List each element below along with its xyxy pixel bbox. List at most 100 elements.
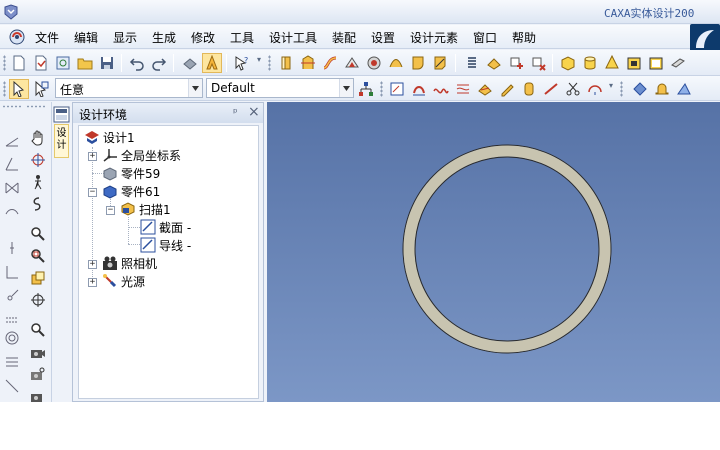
tree-node-camera[interactable]: 照相机 <box>102 255 157 271</box>
hierarchy-button[interactable] <box>356 79 376 99</box>
pen-button[interactable] <box>497 79 517 99</box>
mirror-button[interactable] <box>484 53 504 73</box>
hollow-box-button[interactable] <box>624 53 644 73</box>
target-tool[interactable] <box>28 290 48 310</box>
menu-display[interactable]: 显示 <box>113 29 137 46</box>
fillet-button[interactable] <box>408 53 428 73</box>
extrude-button[interactable] <box>276 53 296 73</box>
menu-assembly[interactable]: 装配 <box>332 29 356 46</box>
close-icon[interactable]: × <box>248 104 260 120</box>
draw-wave-tool[interactable] <box>2 202 22 222</box>
pin-icon[interactable]: ᵖ <box>233 106 238 119</box>
draw-bowtie-tool[interactable] <box>2 178 22 198</box>
cone-button[interactable] <box>602 53 622 73</box>
cylinder-button[interactable] <box>580 53 600 73</box>
triangle-button[interactable] <box>674 79 694 99</box>
corner-tool[interactable] <box>2 262 22 282</box>
parallel-tool[interactable] <box>2 310 22 330</box>
arc-button[interactable] <box>585 79 605 99</box>
toolbar-grip[interactable] <box>3 55 6 71</box>
sheet-button[interactable] <box>668 53 688 73</box>
draw-line-tool[interactable] <box>2 130 22 150</box>
spring-button[interactable] <box>462 53 482 73</box>
block-button[interactable] <box>558 53 578 73</box>
new-file-button[interactable] <box>9 53 29 73</box>
diagonal-tool[interactable] <box>2 376 22 396</box>
select-pointer-button[interactable] <box>9 79 29 99</box>
delete-feature-button[interactable] <box>528 53 548 73</box>
tube-button[interactable] <box>519 79 539 99</box>
menu-design-elements[interactable]: 设计元素 <box>410 29 458 46</box>
new-drawing-button[interactable] <box>53 53 73 73</box>
sweep-ring-body[interactable] <box>403 145 611 353</box>
redo-button[interactable] <box>149 53 169 73</box>
zoom-spiral-tool[interactable] <box>28 194 48 214</box>
walk-tool[interactable] <box>28 172 48 192</box>
spline-button[interactable] <box>453 79 473 99</box>
toolbar-overflow-chevron[interactable]: ▾ <box>609 81 613 90</box>
rotate-view-tool[interactable] <box>28 150 48 170</box>
sweep-button[interactable] <box>320 53 340 73</box>
open-button[interactable] <box>75 53 95 73</box>
design-environment-side-tab[interactable]: 设计 <box>52 102 71 402</box>
expand-toggle[interactable]: + <box>88 260 97 269</box>
menu-settings[interactable]: 设置 <box>371 29 395 46</box>
loft-button[interactable] <box>342 53 362 73</box>
toolbar-overflow-chevron[interactable]: ▾ <box>257 55 261 64</box>
revolve-button[interactable] <box>298 53 318 73</box>
select-face-button[interactable] <box>31 79 51 99</box>
chevron-down-icon[interactable] <box>339 79 353 97</box>
selection-filter-combo[interactable]: 任意 <box>55 78 203 98</box>
line-button[interactable] <box>541 79 561 99</box>
expand-toggle[interactable]: + <box>88 278 97 287</box>
camera-tool-3[interactable] <box>28 386 48 402</box>
section-sketch-button[interactable] <box>409 79 429 99</box>
shading-button[interactable] <box>180 53 200 73</box>
add-feature-button[interactable] <box>506 53 526 73</box>
menu-generate[interactable]: 生成 <box>152 29 176 46</box>
expand-toggle[interactable]: + <box>88 152 97 161</box>
menu-design-tools[interactable]: 设计工具 <box>269 29 317 46</box>
menu-edit[interactable]: 编辑 <box>74 29 98 46</box>
scissors-button[interactable] <box>563 79 583 99</box>
tree-node-part59[interactable]: 零件59 <box>102 165 160 181</box>
hatch-tool[interactable] <box>2 352 22 372</box>
style-combo[interactable]: Default <box>206 78 354 98</box>
tree-node-part61[interactable]: 零件61 <box>102 183 160 199</box>
chamfer-button[interactable] <box>430 53 450 73</box>
circle-tool[interactable] <box>2 328 22 348</box>
surface-trim-button[interactable] <box>475 79 495 99</box>
save-button[interactable] <box>97 53 117 73</box>
document-menu-icon[interactable] <box>9 29 25 45</box>
chevron-down-icon[interactable] <box>188 79 202 97</box>
sweep-ring-inner-edge[interactable] <box>414 156 600 342</box>
undo-button[interactable] <box>127 53 147 73</box>
surface-button[interactable] <box>386 53 406 73</box>
menu-help[interactable]: 帮助 <box>512 29 536 46</box>
selection-mode-button[interactable] <box>202 53 222 73</box>
tree-node-section[interactable]: 截面 - <box>140 219 191 235</box>
help-pointer-button[interactable]: ? <box>232 53 252 73</box>
collapse-toggle[interactable]: − <box>106 206 115 215</box>
menu-modify[interactable]: 修改 <box>191 29 215 46</box>
pan-tool[interactable] <box>28 128 48 148</box>
tree-node-light[interactable]: 光源 <box>102 273 145 289</box>
vertical-line-tool[interactable] <box>2 238 22 258</box>
curve-button[interactable] <box>431 79 451 99</box>
anchor-button[interactable] <box>630 79 650 99</box>
fit-view-tool[interactable] <box>28 268 48 288</box>
draw-angle-tool[interactable] <box>2 154 22 174</box>
tree-node-guide[interactable]: 导线 - <box>140 237 191 253</box>
menu-window[interactable]: 窗口 <box>473 29 497 46</box>
camera-tool-1[interactable] <box>28 342 48 362</box>
bell-button[interactable] <box>652 79 672 99</box>
sketch-button[interactable] <box>387 79 407 99</box>
collapse-toggle[interactable]: − <box>88 188 97 197</box>
point-tool[interactable] <box>2 286 22 306</box>
new-design-button[interactable] <box>31 53 51 73</box>
thin-box-button[interactable] <box>646 53 666 73</box>
shell-button[interactable] <box>364 53 384 73</box>
tree-node-sweep[interactable]: 扫描1 <box>120 201 171 217</box>
side-tab-label[interactable]: 设计 <box>54 124 69 158</box>
menu-tools[interactable]: 工具 <box>230 29 254 46</box>
